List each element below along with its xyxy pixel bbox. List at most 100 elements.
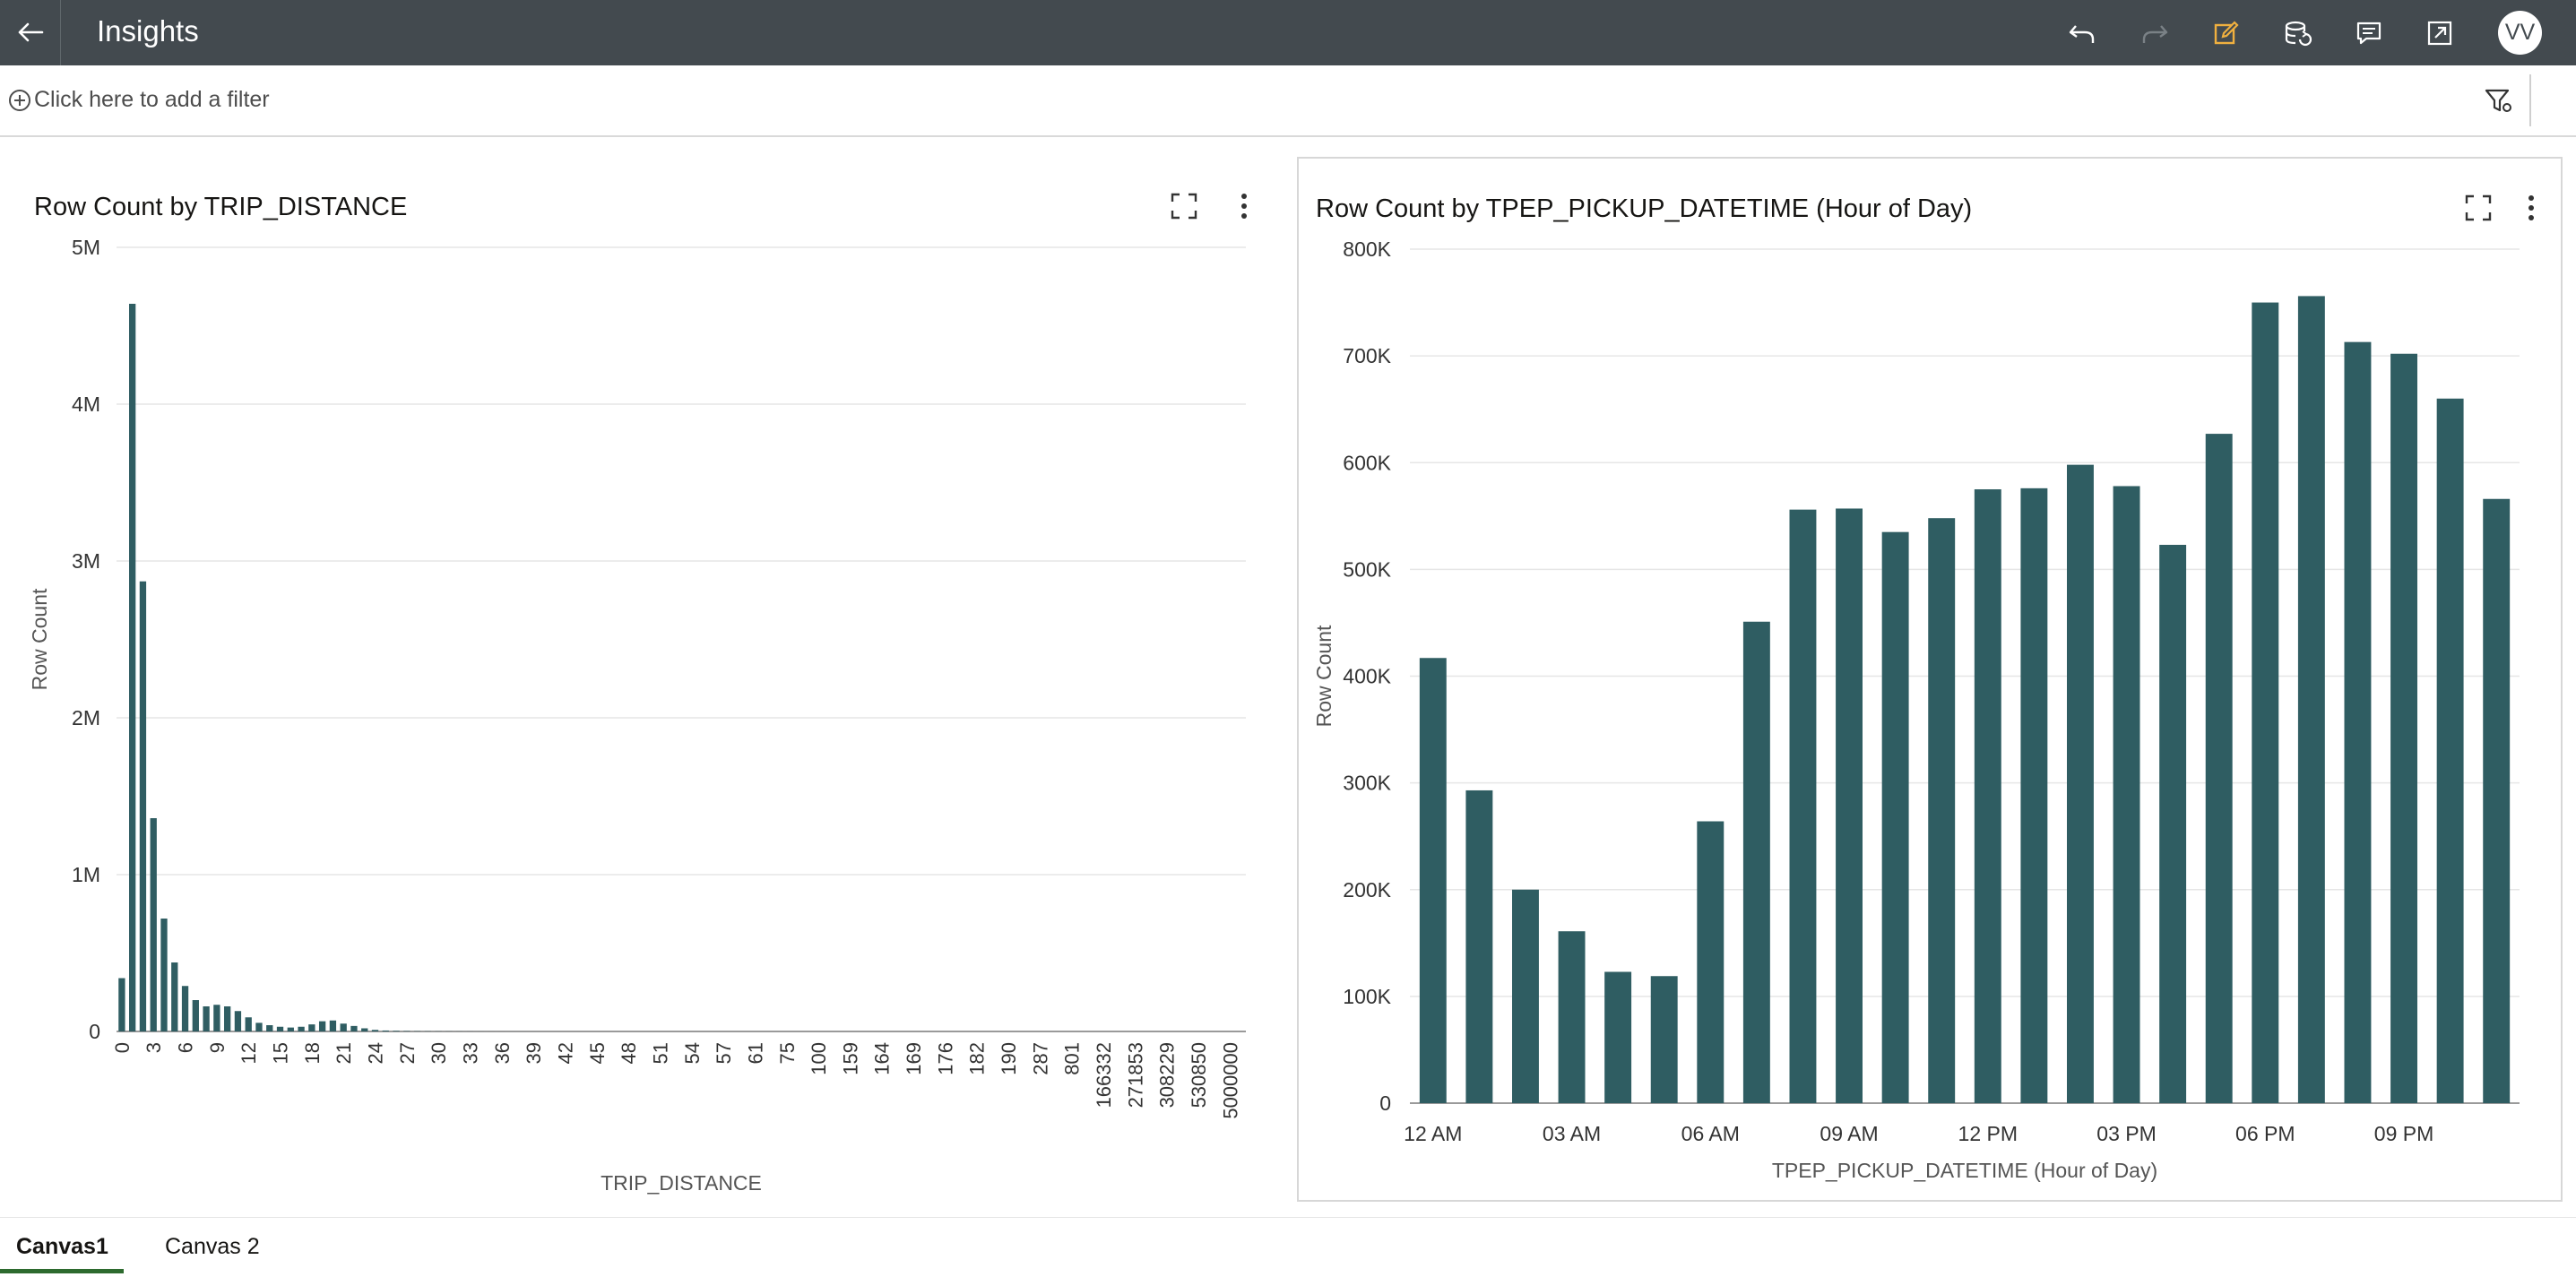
x-tick-label: 164 (871, 1042, 894, 1075)
y-tick-label: 0 (89, 1020, 100, 1043)
x-tick-label: 100 (808, 1042, 830, 1075)
bar (2206, 434, 2233, 1103)
tab-canvas1[interactable]: Canvas1 (16, 1234, 108, 1260)
export-icon (2426, 20, 2453, 47)
add-filter-button[interactable]: Click here to add a filter (7, 87, 270, 113)
bar (341, 1023, 347, 1031)
bar (1789, 510, 1816, 1103)
x-tick-label: 39 (523, 1042, 545, 1064)
x-tick-label: 182 (966, 1042, 989, 1075)
database-refresh-icon (2284, 20, 2312, 47)
x-tick-label: 45 (586, 1042, 609, 1064)
bar (1420, 658, 1447, 1103)
x-tick-label: 33 (459, 1042, 481, 1064)
x-axis-title: TPEP_PICKUP_DATETIME (Hour of Day) (1772, 1159, 2157, 1182)
y-axis-title: Row Count (28, 588, 51, 690)
y-tick-label: 4M (72, 393, 100, 416)
x-tick-label: 42 (554, 1042, 576, 1064)
bar (298, 1027, 304, 1031)
bar (1743, 622, 1770, 1103)
bar (2067, 465, 2094, 1103)
back-button[interactable] (11, 13, 50, 52)
x-tick-label: 03 PM (2096, 1122, 2156, 1145)
x-tick-label: 801 (1061, 1042, 1084, 1075)
y-tick-label: 600K (1343, 451, 1391, 474)
bar (288, 1028, 294, 1031)
x-tick-label: 190 (998, 1042, 1020, 1075)
filter-settings-button[interactable] (2483, 85, 2515, 117)
bar (2298, 296, 2325, 1103)
bar (319, 1022, 325, 1031)
y-tick-label: 800K (1343, 237, 1391, 261)
x-tick-label: 12 (238, 1042, 260, 1064)
bar (372, 1030, 378, 1031)
bar (193, 1000, 199, 1031)
bar (2390, 354, 2417, 1103)
bar (2114, 486, 2140, 1103)
x-tick-label: 3 (143, 1042, 165, 1053)
x-tick-label: 09 PM (2374, 1122, 2433, 1145)
edit-button[interactable] (2207, 14, 2244, 52)
viz-trip-distance[interactable]: Row Count by TRIP_DISTANCE 01M2M3M4M5M03… (2, 157, 1275, 1198)
x-tick-label: 271853 (1124, 1042, 1146, 1108)
pickup-hour-chart: 0100K200K300K400K500K600K700K800K12 AM03… (1299, 159, 2561, 1200)
bar (246, 1017, 252, 1031)
x-tick-label: 75 (776, 1042, 799, 1064)
x-tick-label: 169 (903, 1042, 925, 1075)
bar (361, 1029, 367, 1032)
bar (2020, 488, 2047, 1103)
x-tick-label: 530850 (1188, 1042, 1210, 1108)
filter-icon (2485, 88, 2513, 115)
y-tick-label: 100K (1343, 985, 1391, 1008)
x-tick-label: 27 (396, 1042, 419, 1064)
y-tick-label: 400K (1343, 665, 1391, 688)
y-tick-label: 5M (72, 236, 100, 259)
comment-icon (2356, 20, 2382, 47)
bar (235, 1011, 241, 1031)
bar (129, 304, 135, 1031)
x-tick-label: 54 (681, 1042, 704, 1064)
x-tick-label: 6 (175, 1042, 197, 1053)
redo-button[interactable] (2136, 14, 2174, 52)
active-tab-indicator (0, 1269, 124, 1273)
viz-pickup-hour[interactable]: Row Count by TPEP_PICKUP_DATETIME (Hour … (1297, 157, 2563, 1202)
add-circle-icon (7, 88, 32, 113)
bar (1604, 971, 1631, 1103)
user-avatar[interactable]: VV (2498, 11, 2542, 55)
x-tick-label: 03 AM (1543, 1122, 1601, 1145)
x-tick-label: 5000000 (1219, 1042, 1241, 1119)
y-axis-title: Row Count (1312, 625, 1336, 727)
bar (1882, 532, 1909, 1103)
x-tick-label: 308229 (1156, 1042, 1179, 1108)
bar (308, 1024, 315, 1031)
tab-canvas-2[interactable]: Canvas 2 (165, 1234, 260, 1260)
x-tick-label: 30 (428, 1042, 450, 1064)
x-tick-label: 06 PM (2235, 1122, 2295, 1145)
x-tick-label: 12 PM (1958, 1122, 2018, 1145)
bar (266, 1025, 272, 1031)
bar (277, 1027, 283, 1031)
page-title: Insights (97, 14, 199, 48)
redo-icon (2140, 21, 2169, 46)
comments-button[interactable] (2350, 14, 2388, 52)
x-axis-title: TRIP_DISTANCE (601, 1171, 762, 1195)
bar (330, 1021, 336, 1031)
data-refresh-button[interactable] (2279, 14, 2317, 52)
undo-button[interactable] (2063, 14, 2101, 52)
x-tick-label: 18 (301, 1042, 324, 1064)
x-tick-label: 0 (111, 1042, 134, 1053)
bar (1465, 790, 1492, 1103)
x-tick-label: 06 AM (1681, 1122, 1740, 1145)
filter-bar: Click here to add a filter (0, 65, 2576, 137)
arrow-left-icon (17, 22, 44, 42)
bar (2252, 303, 2278, 1103)
bar (2437, 399, 2464, 1103)
x-tick-label: 166332 (1093, 1042, 1115, 1108)
x-tick-label: 15 (270, 1042, 292, 1064)
x-tick-label: 159 (839, 1042, 861, 1075)
x-tick-label: 9 (206, 1042, 229, 1053)
add-filter-label: Click here to add a filter (34, 87, 270, 113)
export-button[interactable] (2421, 14, 2459, 52)
bar (350, 1026, 357, 1031)
x-tick-label: 24 (365, 1042, 387, 1064)
